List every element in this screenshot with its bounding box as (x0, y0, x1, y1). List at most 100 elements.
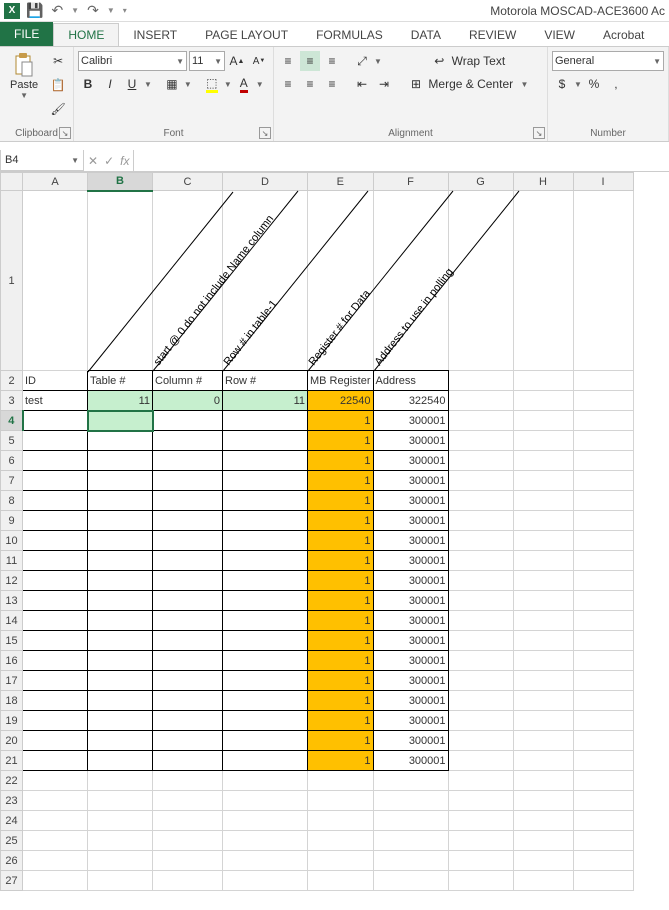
cell-B12[interactable] (88, 571, 153, 591)
cell-B1[interactable] (88, 191, 153, 371)
paste-button[interactable]: Paste ▼ (4, 49, 44, 102)
cell-D9[interactable] (223, 511, 308, 531)
align-right-icon[interactable]: ≡ (322, 74, 342, 94)
cell-B10[interactable] (88, 531, 153, 551)
cell-C9[interactable] (153, 511, 223, 531)
tab-home[interactable]: HOME (53, 23, 119, 46)
cell-D14[interactable] (223, 611, 308, 631)
cell-A27[interactable] (23, 871, 88, 891)
enter-formula-icon[interactable]: ✓ (104, 154, 114, 168)
column-header-B[interactable]: B (88, 173, 153, 191)
cell-E22[interactable] (308, 771, 374, 791)
cell-I2[interactable] (573, 371, 633, 391)
cell-G21[interactable] (448, 751, 513, 771)
cell-H15[interactable] (513, 631, 573, 651)
copy-icon[interactable]: 📋 (48, 75, 68, 95)
row-header-11[interactable]: 11 (1, 551, 23, 571)
cell-C17[interactable] (153, 671, 223, 691)
cell-F2[interactable]: Address (373, 371, 448, 391)
cell-G11[interactable] (448, 551, 513, 571)
cell-B16[interactable] (88, 651, 153, 671)
cell-E26[interactable] (308, 851, 374, 871)
fx-icon[interactable]: fx (120, 154, 129, 168)
cell-B19[interactable] (88, 711, 153, 731)
cell-E17[interactable]: 1 (308, 671, 374, 691)
cell-H6[interactable] (513, 451, 573, 471)
cell-A22[interactable] (23, 771, 88, 791)
cell-C21[interactable] (153, 751, 223, 771)
cell-F20[interactable]: 300001 (373, 731, 448, 751)
cell-F1[interactable]: Address to use in polling (373, 191, 448, 371)
cell-E18[interactable]: 1 (308, 691, 374, 711)
format-painter-icon[interactable]: 🖌 (48, 99, 68, 119)
row-header-26[interactable]: 26 (1, 851, 23, 871)
cell-H21[interactable] (513, 751, 573, 771)
cell-E4[interactable]: 1 (308, 411, 374, 431)
cell-F26[interactable] (373, 851, 448, 871)
cell-H18[interactable] (513, 691, 573, 711)
increase-font-icon[interactable]: A▲ (227, 51, 247, 71)
cell-F23[interactable] (373, 791, 448, 811)
cell-A20[interactable] (23, 731, 88, 751)
cell-B22[interactable] (88, 771, 153, 791)
row-header-7[interactable]: 7 (1, 471, 23, 491)
cell-D19[interactable] (223, 711, 308, 731)
cell-H27[interactable] (513, 871, 573, 891)
cell-H11[interactable] (513, 551, 573, 571)
cell-H24[interactable] (513, 811, 573, 831)
cell-I6[interactable] (573, 451, 633, 471)
orientation-icon[interactable]: ⤢ (352, 51, 372, 71)
cell-B6[interactable] (88, 451, 153, 471)
cell-H4[interactable] (513, 411, 573, 431)
cell-F14[interactable]: 300001 (373, 611, 448, 631)
cell-G24[interactable] (448, 811, 513, 831)
cell-B17[interactable] (88, 671, 153, 691)
cell-F10[interactable]: 300001 (373, 531, 448, 551)
undo-icon[interactable]: ↶ (49, 2, 65, 19)
cell-G19[interactable] (448, 711, 513, 731)
cell-F27[interactable] (373, 871, 448, 891)
cell-D5[interactable] (223, 431, 308, 451)
column-header-G[interactable]: G (448, 173, 513, 191)
cell-A13[interactable] (23, 591, 88, 611)
row-header-4[interactable]: 4 (1, 411, 23, 431)
wrap-text-button[interactable]: ↩ Wrap Text (404, 51, 535, 71)
row-header-21[interactable]: 21 (1, 751, 23, 771)
cell-B21[interactable] (88, 751, 153, 771)
cell-G14[interactable] (448, 611, 513, 631)
font-dialog-launcher[interactable]: ↘ (259, 127, 271, 139)
cell-D25[interactable] (223, 831, 308, 851)
cell-G15[interactable] (448, 631, 513, 651)
cell-I19[interactable] (573, 711, 633, 731)
cell-G6[interactable] (448, 451, 513, 471)
cell-D23[interactable] (223, 791, 308, 811)
cell-D1[interactable]: Row # in table-1 (223, 191, 308, 371)
orientation-dropdown-icon[interactable]: ▼ (374, 57, 382, 66)
cell-D15[interactable] (223, 631, 308, 651)
cell-I8[interactable] (573, 491, 633, 511)
cell-E21[interactable]: 1 (308, 751, 374, 771)
cell-C10[interactable] (153, 531, 223, 551)
cell-I12[interactable] (573, 571, 633, 591)
clipboard-dialog-launcher[interactable]: ↘ (59, 127, 71, 139)
cell-E23[interactable] (308, 791, 374, 811)
cell-F8[interactable]: 300001 (373, 491, 448, 511)
cell-I22[interactable] (573, 771, 633, 791)
cell-C18[interactable] (153, 691, 223, 711)
cell-F24[interactable] (373, 811, 448, 831)
cell-H25[interactable] (513, 831, 573, 851)
cell-H12[interactable] (513, 571, 573, 591)
cell-A4[interactable] (23, 411, 88, 431)
cell-H14[interactable] (513, 611, 573, 631)
cell-A5[interactable] (23, 431, 88, 451)
cell-H19[interactable] (513, 711, 573, 731)
cell-E8[interactable]: 1 (308, 491, 374, 511)
italic-button[interactable]: I (100, 74, 120, 94)
cell-H5[interactable] (513, 431, 573, 451)
cell-F15[interactable]: 300001 (373, 631, 448, 651)
select-all-corner[interactable] (1, 173, 23, 191)
cell-A10[interactable] (23, 531, 88, 551)
cell-G25[interactable] (448, 831, 513, 851)
row-header-24[interactable]: 24 (1, 811, 23, 831)
cell-F19[interactable]: 300001 (373, 711, 448, 731)
